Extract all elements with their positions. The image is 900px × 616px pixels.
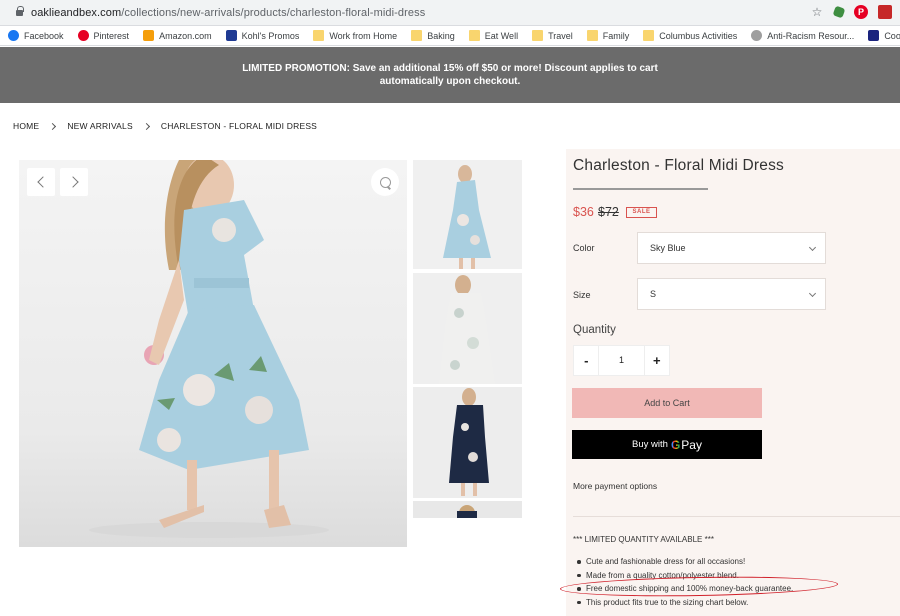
folder-icon [643,30,655,41]
bookmark-pinterest[interactable]: Pinterest [77,30,129,41]
bookmark-columbus-activities[interactable]: Columbus Activities [643,30,737,41]
folder-icon [468,30,480,41]
extension-icons: ☆ P [810,5,892,19]
list-item: Cute and fashionable dress for all occas… [577,555,793,569]
sale-price: $36 [573,205,594,219]
amazon-icon [143,30,155,41]
google-g-icon: G [670,437,681,452]
breadcrumb-collection[interactable]: NEW ARRIVALS [67,121,133,131]
thumbnail-2[interactable] [413,273,522,384]
site-icon [751,30,763,41]
breadcrumb-current: CHARLESTON - FLORAL MIDI DRESS [160,121,318,131]
quantity-increment-button[interactable]: + [645,346,669,375]
size-select[interactable]: S [637,278,826,310]
dress-photo-illustration [89,160,329,538]
color-label: Color [573,243,595,253]
url-text[interactable]: oaklieandbex.com/collections/new-arrival… [31,7,425,19]
bookmarks-bar: Facebook Pinterest Amazon.com Kohl's Pro… [0,26,900,46]
chevron-right-icon [142,122,150,130]
bookmark-kohls[interactable]: Kohl's Promos [225,30,299,41]
extension-leaf-icon[interactable] [832,5,846,19]
product-info-panel [566,149,900,616]
thumbnail-4[interactable] [413,501,522,518]
thumbnail-dress-white [439,275,495,384]
folder-icon [532,30,544,41]
thumbnail-3[interactable] [413,387,522,498]
chevron-right-icon [49,122,57,130]
bookmark-facebook[interactable]: Facebook [8,30,64,41]
quantity-label: Quantity [573,324,616,336]
product-main-image[interactable] [19,160,407,547]
buy-with-google-pay-button[interactable]: Buy with G Pay [572,430,762,459]
thumbnail-dress-blue [443,165,491,269]
quantity-stepper: - 1 + [573,345,670,376]
bookmark-work-from-home[interactable]: Work from Home [313,30,397,41]
facebook-icon [8,30,19,41]
promo-banner: LIMITED PROMOTION: Save an additional 15… [0,47,900,103]
bookmark-amazon[interactable]: Amazon.com [143,30,212,41]
folder-icon [411,30,423,41]
breadcrumb: HOME NEW ARRIVALS CHARLESTON - FLORAL MI… [13,121,317,131]
color-select[interactable]: Sky Blue [637,232,826,264]
color-select-value: Sky Blue [650,243,686,253]
thumbnail-partial [457,505,477,518]
size-label: Size [573,290,591,300]
product-title: Charleston - Floral Midi Dress [573,157,784,174]
list-item: This product fits true to the sizing cha… [577,596,793,610]
bookmark-eat-well[interactable]: Eat Well [468,30,518,41]
folder-icon [313,30,325,41]
bookmark-anti-racism[interactable]: Anti-Racism Resour... [751,30,854,41]
promo-line-1: LIMITED PROMOTION: Save an additional 15… [242,63,658,74]
quantity-input[interactable]: 1 [598,346,645,375]
zoom-icon[interactable] [371,168,399,196]
bookmark-family[interactable]: Family [586,30,629,41]
chevron-down-icon [808,243,817,252]
panel-divider [573,516,900,517]
chevron-left-icon [36,176,49,188]
next-image-button[interactable] [60,168,88,196]
promo-line-2: automatically upon checkout. [379,76,521,87]
bookmark-cookbook-create[interactable]: Cookbook Create [868,30,900,41]
add-to-cart-button[interactable]: Add to Cart [572,388,762,418]
extension-badge-icon[interactable] [878,5,892,19]
pinterest-extension-icon[interactable]: P [854,5,868,19]
bookmark-baking[interactable]: Baking [411,30,455,41]
pay-label: Pay [681,437,702,452]
address-bar[interactable]: oaklieandbex.com/collections/new-arrival… [0,0,900,26]
title-divider [573,188,708,190]
lock-icon [16,5,24,17]
sale-badge: SALE [626,207,657,218]
chevron-right-icon [66,176,79,188]
quantity-decrement-button[interactable]: - [574,346,598,375]
bookmark-star-icon[interactable]: ☆ [810,5,824,19]
buy-with-label: Buy with [632,439,668,450]
thumbnail-dress-navy [449,388,489,496]
limited-quantity-note: *** LIMITED QUANTITY AVAILABLE *** [573,535,714,544]
folder-icon [586,30,598,41]
thumbnail-1[interactable] [413,160,522,269]
chevron-down-icon [808,289,817,298]
pinterest-icon [77,30,89,41]
cookbook-icon [868,30,880,41]
more-payment-options-link[interactable]: More payment options [573,481,657,491]
size-select-value: S [650,289,657,299]
kohls-icon [225,30,237,41]
breadcrumb-home[interactable]: HOME [13,121,39,131]
compare-price: $72 [598,205,619,219]
previous-image-button[interactable] [27,168,55,196]
bookmark-travel[interactable]: Travel [532,30,573,41]
